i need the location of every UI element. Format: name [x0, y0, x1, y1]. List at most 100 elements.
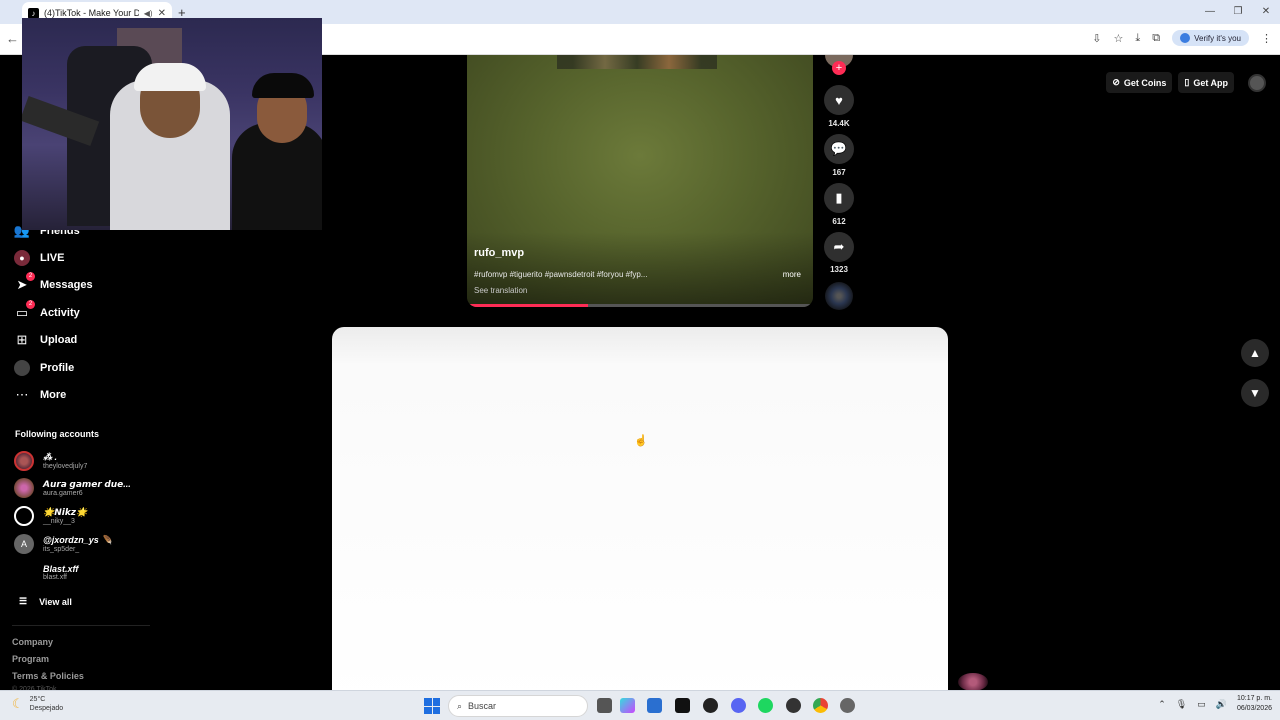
following-account[interactable]: 🌟𝙉𝙞𝙠𝙯🌟 __niky__3: [14, 506, 87, 526]
extensions-icon[interactable]: ⧉: [1152, 32, 1160, 45]
sidebar-item-label: LIVE: [40, 252, 65, 264]
account-username: aura.gamer6: [43, 490, 83, 497]
avatar: [14, 451, 34, 471]
footer-program-link[interactable]: Program: [12, 654, 49, 664]
account-username: theylovedjuly7: [43, 463, 88, 470]
store-icon[interactable]: [647, 698, 662, 713]
video-progress-bar[interactable]: [467, 304, 813, 307]
video-author[interactable]: rufo_mvp: [474, 247, 524, 259]
chevron-up-icon[interactable]: ⌃: [1158, 699, 1166, 710]
following-account[interactable]: A @jxordzn_ys 🪶 its_sp5der_: [14, 534, 113, 554]
following-account[interactable]: 𝘼𝙪𝙧𝙖 𝙜𝙖𝙢𝙚𝙧 𝙙𝙪𝙚... aura.gamer6: [14, 478, 131, 498]
footer-terms-link[interactable]: Terms & Policies: [12, 671, 84, 681]
account-username: its_sp5der_: [43, 546, 80, 553]
music-disc-icon[interactable]: [825, 282, 853, 310]
next-video-button[interactable]: ▼: [1241, 379, 1269, 407]
get-coins-button[interactable]: ⊘ Get Coins: [1106, 72, 1173, 93]
clock-time: 10:17 p. m.: [1236, 695, 1272, 702]
hand-cursor-icon: ☝: [634, 435, 648, 447]
like-count: 14.4K: [828, 119, 850, 128]
capcut-icon[interactable]: [675, 698, 690, 713]
get-app-button[interactable]: ▯ Get App: [1178, 72, 1234, 93]
video-caption: #rufomvp #tiguerito #pawnsdetroit #foryo…: [474, 270, 648, 279]
maximize-button[interactable]: ❐: [1224, 0, 1252, 24]
messages-badge: 2: [26, 272, 35, 281]
sidebar-item-upload[interactable]: ⊞ Upload: [14, 330, 78, 350]
previous-video-button[interactable]: ▲: [1241, 339, 1269, 367]
kebab-menu-icon[interactable]: ⋮: [1261, 32, 1272, 45]
account-name: @jxordzn_ys 🪶: [43, 535, 113, 545]
volume-icon[interactable]: 🔊: [1216, 699, 1227, 710]
sidebar-item-label: More: [40, 389, 67, 401]
see-translation-link[interactable]: See translation: [474, 286, 527, 295]
chrome-icon[interactable]: [813, 698, 828, 713]
share-button[interactable]: ➦: [824, 232, 854, 262]
bookmark-star-icon[interactable]: ☆: [1114, 32, 1124, 45]
weather-widget[interactable]: ☾ 25°C Despejado: [12, 695, 63, 713]
account-name: 🌟𝙉𝙞𝙠𝙯🌟: [43, 507, 88, 517]
following-account[interactable]: ⁂ . theylovedjuly7: [14, 451, 87, 471]
share-icon: ➦: [833, 239, 845, 254]
account-name: Blast.xff: [43, 563, 79, 574]
temperature: 25°C: [29, 696, 46, 703]
monitor-icon[interactable]: ▭: [1197, 699, 1206, 710]
footer-company-link[interactable]: Company: [12, 637, 53, 647]
taskbar-search[interactable]: ⌕ Buscar: [448, 695, 588, 717]
upload-icon: ⊞: [16, 332, 28, 347]
sidebar-item-label: Profile: [40, 362, 75, 374]
speaker-icon[interactable]: ◀): [144, 9, 153, 18]
profile-icon: [14, 360, 30, 376]
bookmark-icon: ▮: [835, 190, 843, 205]
list-icon: ☰: [19, 596, 28, 606]
caption-more-button[interactable]: more: [783, 270, 801, 279]
sidebar-item-label: Activity: [40, 307, 80, 319]
app-icon[interactable]: [703, 698, 718, 713]
sidebar-item-live[interactable]: ● LIVE: [14, 248, 64, 268]
sidebar-item-profile[interactable]: Profile: [14, 358, 74, 378]
windows-start-icon[interactable]: [424, 698, 440, 714]
chevron-up-icon: ▲: [1249, 346, 1261, 360]
verify-button[interactable]: Verify it's you: [1172, 30, 1249, 46]
spotify-icon[interactable]: [758, 698, 773, 713]
top-right-actions: ⊘ Get Coins ▯ Get App: [1106, 72, 1266, 93]
close-window-button[interactable]: ✕: [1252, 0, 1280, 24]
video-player[interactable]: rufo_mvp #rufomvp #tiguerito #pawnsdetro…: [467, 55, 813, 307]
follow-plus-button[interactable]: +: [832, 61, 846, 75]
discord-icon[interactable]: [731, 698, 746, 713]
sidebar-item-activity[interactable]: ▭ 2 Activity: [14, 300, 80, 323]
account-username: __niky__3: [43, 518, 75, 525]
downloads-icon[interactable]: ⤓: [1135, 32, 1140, 45]
webcam-cap-left: [134, 63, 206, 91]
task-view-icon[interactable]: [597, 698, 612, 713]
search-icon: ⌕: [457, 700, 463, 711]
close-tab-icon[interactable]: ✕: [158, 8, 166, 19]
sidebar-item-messages[interactable]: ➤ 2 Messages: [14, 272, 93, 295]
next-video-card[interactable]: ☝: [332, 327, 948, 707]
verify-label: Verify it's you: [1194, 33, 1241, 43]
copilot-icon[interactable]: [620, 698, 635, 713]
floating-live-icon[interactable]: [958, 673, 988, 691]
video-content: [557, 55, 717, 69]
divider: [12, 625, 150, 626]
view-all-link[interactable]: ☰ View all: [19, 596, 72, 607]
back-arrow-icon[interactable]: ←: [6, 31, 19, 46]
settings-icon[interactable]: [840, 698, 855, 713]
activity-icon: ▭ 2: [14, 300, 35, 321]
save-button[interactable]: ▮: [824, 183, 854, 213]
clock[interactable]: 10:17 p. m. 06/03/2026: [1237, 694, 1272, 714]
minimize-button[interactable]: —: [1196, 0, 1224, 24]
sidebar-item-more[interactable]: ⋯ More: [14, 385, 67, 405]
messages-icon: ➤ 2: [14, 272, 35, 293]
user-avatar[interactable]: [1248, 73, 1266, 92]
comment-button[interactable]: 💬: [824, 134, 854, 164]
microphone-icon[interactable]: 🎙: [1176, 699, 1187, 710]
obs-icon[interactable]: [786, 698, 801, 713]
like-button[interactable]: ♥: [824, 85, 854, 115]
account-name: ⁂ .: [43, 452, 58, 462]
avatar: [14, 562, 34, 582]
sidebar-item-label: Upload: [40, 334, 78, 346]
screen: ♪ (4)TikTok - Make Your Day ◀) ✕ + — ❐ ✕…: [0, 0, 1280, 720]
comment-count: 167: [832, 168, 846, 177]
following-account[interactable]: Blast.xff blast.xff: [14, 562, 78, 582]
install-app-icon[interactable]: ⇩: [1092, 32, 1101, 45]
